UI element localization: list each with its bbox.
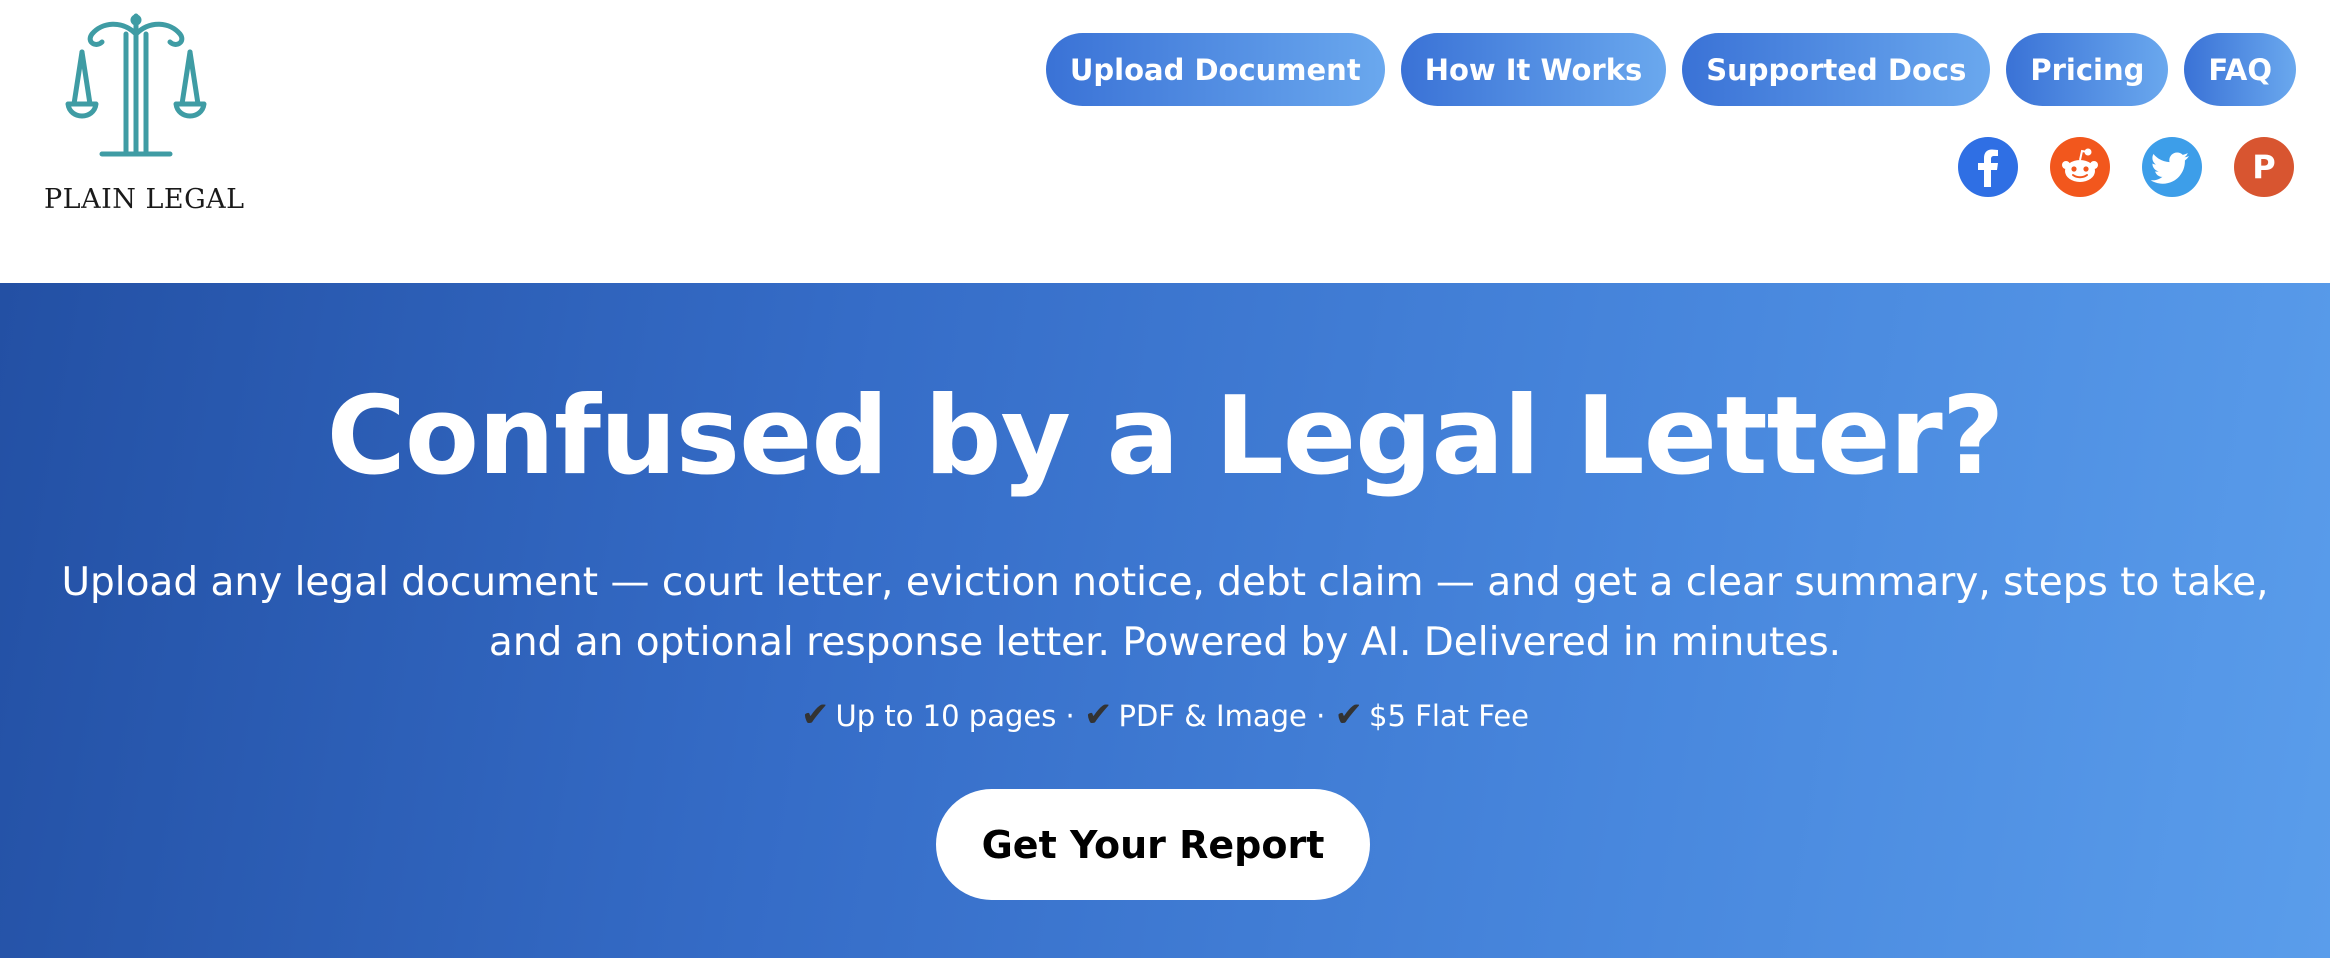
feature-separator: · [1306,699,1335,733]
reddit-link[interactable] [2050,137,2110,197]
top-nav: Upload Document How It Works Supported D… [1045,33,2296,106]
social-links: P [1958,137,2294,197]
feature-list: ✔ Up to 10 pages · ✔ PDF & Image · ✔ $5 Fla… [0,695,2330,736]
feature-price: $5 Flat Fee [1369,699,1530,733]
facebook-icon [1978,149,1998,187]
hero-section: Confused by a Legal Letter? Upload any l… [0,283,2330,958]
check-icon: ✔ [1334,695,1364,735]
nav-how-it-works[interactable]: How It Works [1400,33,1667,106]
hero-subtitle: Upload any legal document — court letter… [20,553,2310,673]
producthunt-icon: P [2252,148,2276,186]
site-header: PLAIN LEGAL Upload Document How It Works… [0,0,2330,283]
nav-pricing[interactable]: Pricing [2006,33,2169,106]
feature-pages: Up to 10 pages [835,699,1057,733]
hero-subtitle-line-2: and an optional response letter. Powered… [488,620,1842,665]
scales-of-justice-icon [65,13,207,157]
hero-title: Confused by a Legal Letter? [326,374,2005,499]
hero-subtitle-line-1: Upload any legal document — court letter… [61,560,2269,605]
twitter-link[interactable] [2142,137,2202,197]
reddit-icon [2062,148,2098,182]
get-report-button[interactable]: Get Your Report [936,789,1370,900]
nav-upload-document[interactable]: Upload Document [1045,33,1385,106]
logo-text: PLAIN LEGAL [44,184,245,215]
feature-separator: · [1056,699,1084,733]
producthunt-link[interactable]: P [2234,137,2294,197]
nav-faq[interactable]: FAQ [2184,33,2296,106]
check-icon: ✔ [800,695,830,735]
nav-supported-docs[interactable]: Supported Docs [1682,33,1991,106]
check-icon: ✔ [1083,695,1113,735]
facebook-link[interactable] [1958,137,2018,197]
feature-formats: PDF & Image [1118,699,1307,733]
logo[interactable]: PLAIN LEGAL [44,12,245,224]
twitter-icon [2150,152,2189,184]
